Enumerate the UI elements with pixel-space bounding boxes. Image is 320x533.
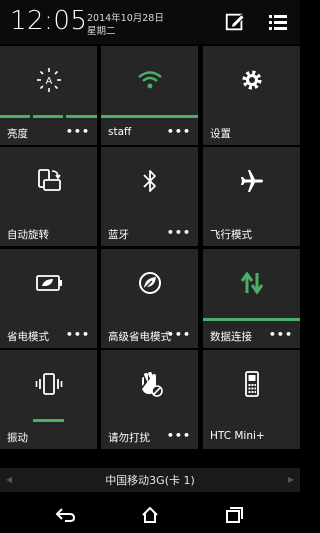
gear-icon	[203, 64, 300, 96]
navigation-bar	[0, 497, 300, 533]
tile-brightness[interactable]: A 亮度 •••	[0, 46, 97, 145]
tile-label: 蓝牙	[108, 229, 129, 241]
vibrate-active-bar	[0, 419, 97, 422]
tile-label: 亮度	[7, 128, 28, 140]
tile-label: 自动旋转	[7, 229, 49, 241]
tile-data-connection[interactable]: 数据连接 •••	[203, 249, 300, 348]
tile-auto-rotate[interactable]: 自动旋转	[0, 147, 97, 246]
tile-label: HTC Mini+	[210, 430, 265, 442]
extreme-power-saver-icon	[101, 267, 198, 299]
data-active-bar	[203, 318, 300, 321]
svg-text:A: A	[45, 76, 52, 87]
recents-button[interactable]	[222, 504, 246, 526]
phone-icon	[203, 368, 300, 400]
wifi-icon	[101, 64, 198, 96]
tile-label: staff	[108, 126, 132, 138]
more-options-button[interactable]: •••	[66, 125, 90, 138]
auto-rotate-icon	[0, 165, 97, 197]
brightness-level-bar	[0, 115, 97, 118]
tile-label: 飞行模式	[210, 229, 252, 241]
tile-label: 数据连接	[210, 331, 252, 343]
home-button[interactable]	[138, 504, 162, 526]
tile-vibrate[interactable]: 振动	[0, 350, 97, 449]
chevron-left-icon: ◀	[6, 475, 13, 484]
chevron-right-icon: ▶	[287, 475, 294, 484]
tile-bluetooth[interactable]: 蓝牙 •••	[101, 147, 198, 246]
vibrate-icon	[0, 368, 97, 400]
back-button[interactable]	[54, 504, 78, 526]
back-icon	[55, 508, 76, 522]
quick-settings-grid: A 亮度 ••• staff ••• 设置 自动旋转 蓝牙 ••• 飞行模式 省…	[0, 46, 300, 451]
carrier-selector[interactable]: ◀ 中国移动3G(卡 1) ▶	[0, 468, 300, 492]
tile-label: 请勿打扰	[108, 432, 150, 444]
more-options-button[interactable]: •••	[167, 429, 191, 442]
weekday-text: 星期二	[87, 26, 116, 37]
wifi-active-bar	[101, 115, 198, 118]
recents-icon	[226, 507, 243, 523]
more-options-button[interactable]: •••	[167, 125, 191, 138]
home-icon	[142, 506, 158, 523]
tile-label: 振动	[7, 432, 28, 444]
more-options-button[interactable]: •••	[269, 328, 293, 341]
tile-airplane-mode[interactable]: 飞行模式	[203, 147, 300, 246]
carrier-label: 中国移动3G(卡 1)	[105, 474, 195, 487]
bluetooth-icon	[101, 165, 198, 197]
tile-htc-mini[interactable]: HTC Mini+	[203, 350, 300, 449]
status-bar: 12:05 2014年10月28日 星期二	[0, 0, 300, 44]
tile-settings[interactable]: 设置	[203, 46, 300, 145]
tile-label: 高级省电模式	[108, 331, 171, 343]
airplane-icon	[203, 165, 300, 197]
edit-icon[interactable]	[224, 11, 246, 33]
date-block: 2014年10月28日 星期二	[87, 12, 164, 38]
tile-label: 设置	[210, 128, 231, 140]
data-arrows-icon	[203, 267, 300, 299]
tile-wifi[interactable]: staff •••	[101, 46, 198, 145]
brightness-auto-icon: A	[0, 64, 97, 96]
more-options-button[interactable]: •••	[66, 328, 90, 341]
tile-extreme-power-saver[interactable]: 高级省电模式 •••	[101, 249, 198, 348]
tile-label: 省电模式	[7, 331, 49, 343]
menu-icon[interactable]	[268, 12, 288, 32]
tile-do-not-disturb[interactable]: 请勿打扰 •••	[101, 350, 198, 449]
more-options-button[interactable]: •••	[167, 328, 191, 341]
tile-power-saver[interactable]: 省电模式 •••	[0, 249, 97, 348]
more-options-button[interactable]: •••	[167, 226, 191, 239]
clock: 12:05	[10, 6, 88, 36]
do-not-disturb-icon	[101, 368, 198, 400]
date-text: 2014年10月28日	[87, 13, 164, 24]
power-saver-icon	[0, 267, 97, 299]
